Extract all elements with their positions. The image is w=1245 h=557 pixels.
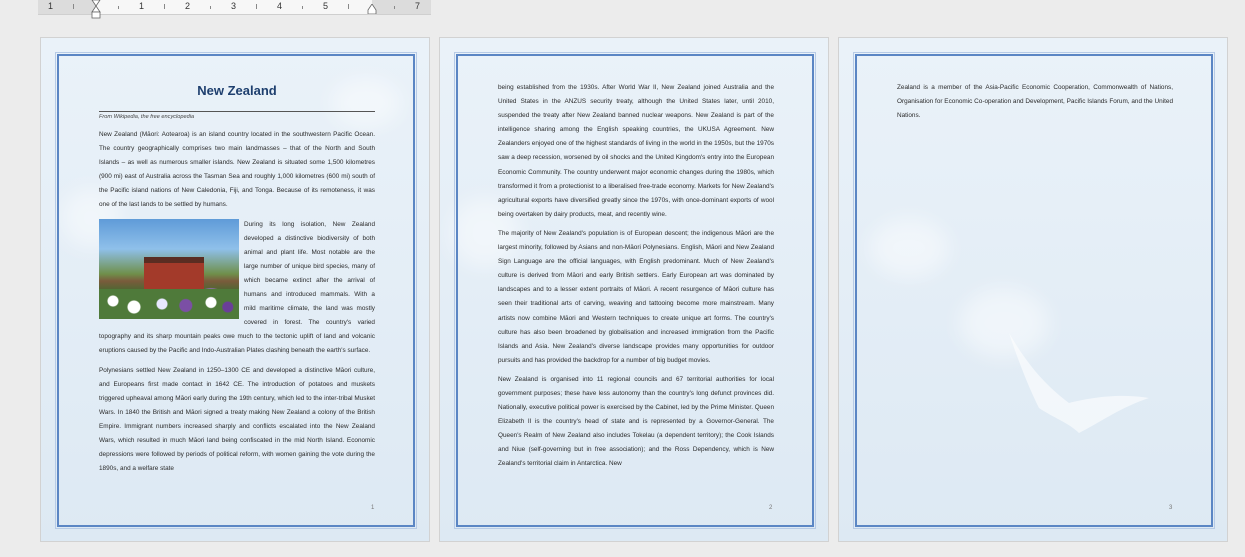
indent-marker-icon[interactable] xyxy=(91,0,101,20)
ruler-number: 2 xyxy=(185,1,191,11)
right-indent-marker-icon[interactable] xyxy=(367,4,377,14)
document-title: New Zealand xyxy=(197,83,277,98)
horizontal-ruler[interactable]: 1 1 2 3 4 5 7 xyxy=(38,0,431,19)
ruler-tick xyxy=(256,4,257,9)
new-zealand-photo xyxy=(99,218,239,319)
ruler-tick xyxy=(348,4,349,9)
ruler-tick xyxy=(210,6,211,9)
page-2-body[interactable]: being established from the 1930s. After … xyxy=(498,81,774,477)
page-1-body[interactable]: New Zealand (Māori: Aotearoa) is an isla… xyxy=(99,128,375,481)
ruler-tick xyxy=(394,6,395,9)
ruler-tick xyxy=(164,4,165,9)
paragraph: Polynesians settled New Zealand in 1250–… xyxy=(99,366,375,473)
ruler-left-margin xyxy=(38,0,96,14)
ruler-tick xyxy=(302,6,303,9)
page-3-body[interactable]: Zealand is a member of the Asia-Pacific … xyxy=(897,81,1173,128)
ruler-number: 5 xyxy=(323,1,329,11)
flowers-image-detail xyxy=(99,288,239,319)
ruler-number: 1 xyxy=(139,1,145,11)
document-page-3[interactable]: Zealand is a member of the Asia-Pacific … xyxy=(838,37,1228,542)
paragraph: New Zealand (Māori: Aotearoa) is an isla… xyxy=(99,131,375,209)
ruler-tick xyxy=(73,4,74,9)
ruler-number: 1 xyxy=(48,1,54,11)
ruler-number: 4 xyxy=(277,1,283,11)
page-number: 1 xyxy=(371,505,375,511)
paragraph: New Zealand is organised into 11 regiona… xyxy=(498,375,774,468)
ruler-number: 3 xyxy=(231,1,237,11)
paragraph: The majority of New Zealand's population… xyxy=(498,229,774,364)
document-page-1[interactable]: New Zealand From Wikipedia, the free enc… xyxy=(40,37,430,542)
page-number: 2 xyxy=(769,505,773,511)
document-page-2[interactable]: being established from the 1930s. After … xyxy=(439,37,829,542)
paragraph: Zealand is a member of the Asia-Pacific … xyxy=(897,84,1173,120)
ruler-right-margin xyxy=(372,0,431,14)
dove-watermark-icon xyxy=(1009,333,1149,433)
page-number: 3 xyxy=(1169,505,1173,511)
ruler-tick xyxy=(118,6,119,9)
house-image-detail xyxy=(144,256,204,289)
ruler-number: 7 xyxy=(415,1,421,11)
paragraph: being established from the 1930s. After … xyxy=(498,84,774,218)
source-line: From Wikipedia, the free encyclopedia xyxy=(99,111,375,120)
